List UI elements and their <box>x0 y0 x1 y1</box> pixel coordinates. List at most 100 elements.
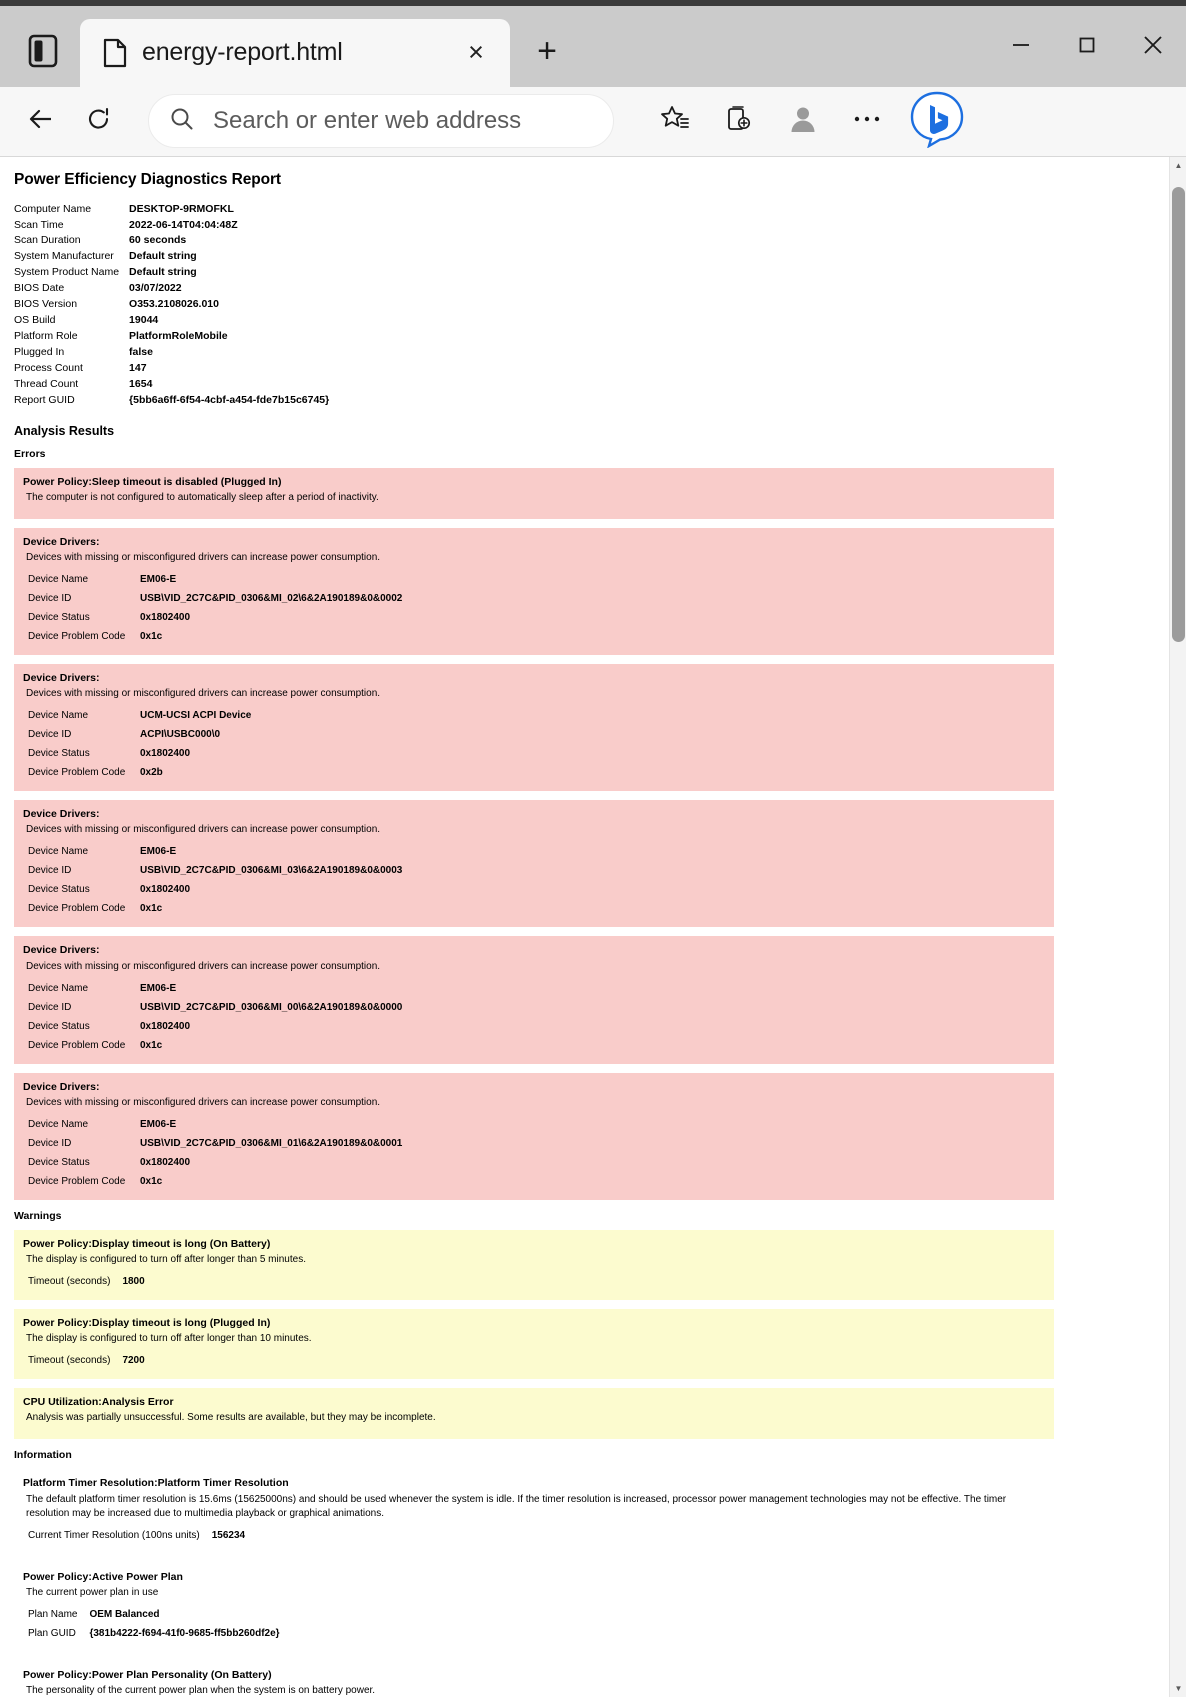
card-detail-table: Current Timer Resolution (100ns units) 15… <box>28 1526 245 1545</box>
card-description: The default platform timer resolution is… <box>26 1493 1007 1519</box>
system-info-rows: Computer Name DESKTOP-9RMOFKL Scan Time 202… <box>14 203 329 410</box>
card-heading: Device Drivers: <box>23 672 100 685</box>
refresh-button[interactable] <box>72 94 126 148</box>
system-info-table: Computer Name DESKTOP-9RMOFKL Scan Time 202… <box>14 203 329 410</box>
page-title: Power Efficiency Diagnostics Report <box>14 170 281 188</box>
card-heading: Device Drivers: <box>23 944 100 957</box>
error-card: Power Policy:Sleep timeout is disabled (… <box>14 467 1054 519</box>
detail-key: Device Name <box>28 846 89 858</box>
profile-avatar-icon <box>786 102 820 141</box>
table-row: Device ID USB\VID_2C7C&PID_0306&MI_01\6&2… <box>28 1134 402 1153</box>
detail-value: EM06-E <box>140 846 177 858</box>
detail-value: 0x1c <box>140 1039 163 1051</box>
detail-value: EM06-E <box>140 982 177 994</box>
table-row: Device ID USB\VID_2C7C&PID_0306&MI_00\6&2… <box>28 998 402 1017</box>
detail-key: Device Status <box>28 884 90 896</box>
warnings-heading: Warnings <box>14 1209 62 1222</box>
bing-copilot-icon <box>909 90 965 153</box>
card-detail-table: Device Name UCM-UCSI ACPI Device Device ID… <box>28 706 251 782</box>
system-info-row: Scan Time 2022-06-14T04:04:48Z <box>14 219 329 235</box>
system-info-value: false <box>129 346 153 359</box>
table-row: Device Status 0x1802400 <box>28 608 402 627</box>
table-row: Device Problem Code 0x1c <box>28 899 402 918</box>
detail-key: Device ID <box>28 1001 72 1013</box>
system-info-value: 1654 <box>129 377 153 390</box>
detail-value: 0x1802400 <box>140 1020 191 1032</box>
system-info-value: PlatformRoleMobile <box>129 330 228 343</box>
detail-key: Device Problem Code <box>28 767 126 779</box>
detail-key: Timeout (seconds) <box>28 1355 111 1367</box>
card-detail-table: Timeout (seconds) 7200 <box>28 1351 145 1370</box>
detail-value: USB\VID_2C7C&PID_0306&MI_01\6&2A190189&0… <box>140 1137 403 1149</box>
system-info-row: BIOS Version O353.2108026.010 <box>14 298 329 314</box>
information-heading: Information <box>14 1449 72 1462</box>
system-info-value: O353.2108026.010 <box>129 298 219 311</box>
new-tab-button[interactable]: + <box>520 25 574 79</box>
browser-tab[interactable]: energy-report.html × <box>80 18 510 87</box>
detail-value: 0x1c <box>140 903 163 915</box>
search-input[interactable] <box>211 106 593 137</box>
more-options-button[interactable] <box>840 94 894 148</box>
information-list: Platform Timer Resolution:Platform Timer… <box>10 1469 1155 1697</box>
page-viewport: Power Efficiency Diagnostics Report Comp… <box>0 155 1186 1697</box>
profile-button[interactable] <box>776 94 830 148</box>
collections-icon <box>725 105 753 138</box>
detail-value: 156234 <box>211 1529 246 1541</box>
errors-heading: Errors <box>14 447 46 460</box>
maximize-button[interactable] <box>1054 16 1120 74</box>
system-info-value: Default string <box>129 266 197 279</box>
system-info-key: Scan Duration <box>14 234 81 247</box>
detail-key: Device Problem Code <box>28 1039 126 1051</box>
system-info-key: BIOS Date <box>14 282 65 295</box>
detail-value: 0x1c <box>140 631 163 643</box>
scrollbar-thumb[interactable] <box>1172 186 1185 642</box>
system-info-row: Platform Role PlatformRoleMobile <box>14 330 329 346</box>
system-info-row: OS Build 19044 <box>14 314 329 330</box>
detail-key: Device ID <box>28 593 72 605</box>
minimize-button[interactable] <box>988 16 1054 74</box>
detail-key: Device Name <box>28 1118 89 1130</box>
close-window-button[interactable] <box>1120 16 1186 74</box>
card-detail-table: Device Name EM06-E Device ID USB\VID_2C7C&P… <box>28 842 402 918</box>
system-info-key: Thread Count <box>14 377 79 390</box>
back-button[interactable] <box>14 94 68 148</box>
card-description: Devices with missing or misconfigured dr… <box>26 824 381 836</box>
favorites-button[interactable] <box>648 94 702 148</box>
detail-key: Device Status <box>28 612 90 624</box>
card-heading: Power Policy:Active Power Plan <box>23 1570 183 1583</box>
detail-value: 0x1802400 <box>140 748 191 760</box>
detail-key: Device Problem Code <box>28 1175 126 1187</box>
information-card: Power Policy:Power Plan Personality (On … <box>14 1661 1054 1697</box>
collections-button[interactable] <box>712 94 766 148</box>
system-info-value: 60 seconds <box>129 234 187 247</box>
search-icon <box>169 106 195 137</box>
document-icon <box>102 38 128 68</box>
card-description: Devices with missing or misconfigured dr… <box>26 688 381 700</box>
detail-value: USB\VID_2C7C&PID_0306&MI_03\6&2A190189&0… <box>140 865 403 877</box>
system-info-key: Plugged In <box>14 346 65 359</box>
card-detail-table: Device Name EM06-E Device ID USB\VID_2C7C&P… <box>28 570 402 646</box>
table-row: Timeout (seconds) 1800 <box>28 1272 145 1291</box>
scroll-down-arrow[interactable]: ▼ <box>1170 1680 1186 1697</box>
address-bar[interactable] <box>148 94 614 149</box>
system-info-key: Report GUID <box>14 393 75 406</box>
tab-actions-button[interactable] <box>6 15 80 87</box>
detail-key: Device Name <box>28 710 89 722</box>
system-info-value: {5bb6a6ff-6f54-4cbf-a454-fde7b15c6745} <box>129 393 330 406</box>
vertical-scrollbar[interactable]: ▲ ▼ <box>1169 156 1186 1697</box>
card-description: The display is configured to turn off af… <box>26 1253 306 1265</box>
copilot-button[interactable] <box>904 90 970 152</box>
table-row: Device ID USB\VID_2C7C&PID_0306&MI_02\6&2… <box>28 589 402 608</box>
detail-key: Device Name <box>28 574 89 586</box>
system-info-row: Report GUID {5bb6a6ff-6f54-4cbf-a454-fde7… <box>14 394 329 410</box>
system-info-value: DESKTOP-9RMOFKL <box>129 202 234 215</box>
system-info-value: 19044 <box>129 314 159 327</box>
close-tab-icon[interactable]: × <box>456 33 496 73</box>
scroll-up-arrow[interactable]: ▲ <box>1170 157 1186 174</box>
system-info-value: 03/07/2022 <box>129 282 182 295</box>
information-card: Power Policy:Active Power Plan The curren… <box>14 1563 1054 1652</box>
detail-key: Plan GUID <box>28 1627 76 1639</box>
card-heading: Power Policy:Sleep timeout is disabled (… <box>23 475 282 488</box>
warning-card: CPU Utilization:Analysis Error Analysis w… <box>14 1388 1054 1440</box>
table-row: Device Name EM06-E <box>28 1115 402 1134</box>
